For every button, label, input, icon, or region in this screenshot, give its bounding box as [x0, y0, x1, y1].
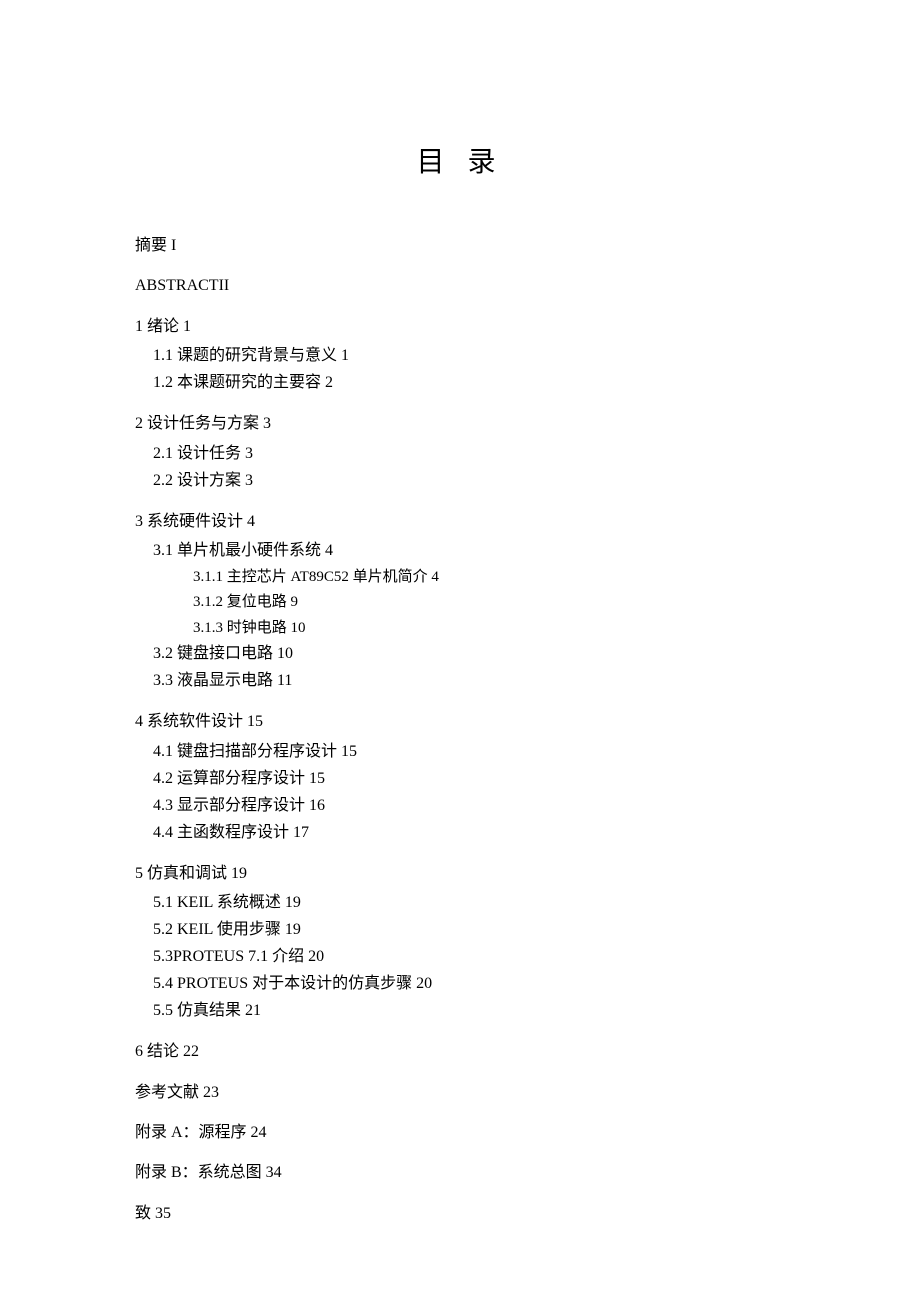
toc-entry-ch3-1-2: 3.1.2 复位电路 9 [193, 591, 785, 614]
toc-entry-ch2-2: 2.2 设计方案 3 [153, 469, 785, 493]
toc-entry-acknowledgment: 致 35 [135, 1203, 785, 1225]
toc-entry-ch1-1: 1.1 课题的研究背景与意义 1 [153, 344, 785, 368]
toc-entry-appendix-b: 附录 B：系统总图 34 [135, 1162, 785, 1184]
toc-entry-ch3-1-1: 3.1.1 主控芯片 AT89C52 单片机简介 4 [193, 566, 785, 589]
toc-entry-ch3-3: 3.3 液晶显示电路 11 [153, 669, 785, 693]
toc-entry-references: 参考文献 23 [135, 1082, 785, 1104]
toc-entry-ch3-1: 3.1 单片机最小硬件系统 4 [153, 539, 785, 563]
toc-entry-abstract-en: ABSTRACTII [135, 275, 785, 297]
toc-entry-ch1: 1 绪论 1 [135, 316, 785, 338]
toc-entry-ch3-1-3: 3.1.3 时钟电路 10 [193, 617, 785, 640]
toc-entry-ch5-4: 5.4 PROTEUS 对于本设计的仿真步骤 20 [153, 972, 785, 996]
toc-entry-ch4-1: 4.1 键盘扫描部分程序设计 15 [153, 740, 785, 764]
toc-title: 目 录 [135, 140, 785, 180]
toc-entry-ch5-5: 5.5 仿真结果 21 [153, 999, 785, 1023]
toc-entry-ch2-1: 2.1 设计任务 3 [153, 442, 785, 466]
toc-entry-ch6: 6 结论 22 [135, 1041, 785, 1063]
toc-container: 摘要 I ABSTRACTII 1 绪论 1 1.1 课题的研究背景与意义 1 … [135, 235, 785, 1225]
toc-entry-ch5: 5 仿真和调试 19 [135, 863, 785, 885]
toc-entry-ch3-2: 3.2 键盘接口电路 10 [153, 642, 785, 666]
toc-entry-ch1-2: 1.2 本课题研究的主要容 2 [153, 371, 785, 395]
toc-entry-ch2: 2 设计任务与方案 3 [135, 413, 785, 435]
toc-entry-ch3: 3 系统硬件设计 4 [135, 511, 785, 533]
toc-entry-ch4-3: 4.3 显示部分程序设计 16 [153, 794, 785, 818]
toc-entry-ch5-3: 5.3PROTEUS 7.1 介绍 20 [153, 945, 785, 969]
toc-entry-ch4-2: 4.2 运算部分程序设计 15 [153, 767, 785, 791]
toc-entry-appendix-a: 附录 A：源程序 24 [135, 1122, 785, 1144]
toc-entry-ch4: 4 系统软件设计 15 [135, 711, 785, 733]
toc-entry-abstract-cn: 摘要 I [135, 235, 785, 257]
toc-entry-ch4-4: 4.4 主函数程序设计 17 [153, 821, 785, 845]
toc-entry-ch5-1: 5.1 KEIL 系统概述 19 [153, 891, 785, 915]
toc-entry-ch5-2: 5.2 KEIL 使用步骤 19 [153, 918, 785, 942]
